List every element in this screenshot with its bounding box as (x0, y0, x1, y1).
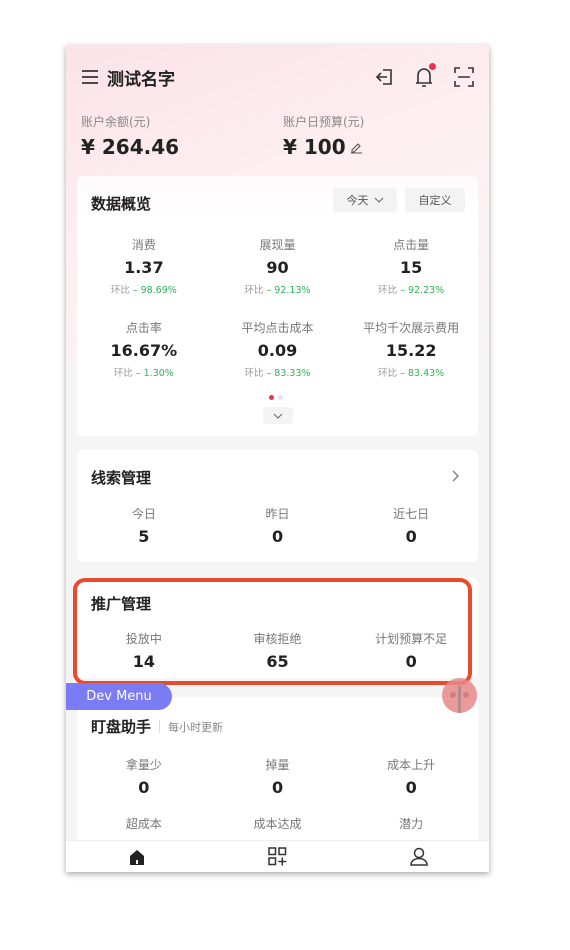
metrics-row-1: 消费 1.37 环比 – 98.69% 展现量 90 环比 – 92.13% 点击量 15 环比… (77, 236, 478, 296)
metric-label: 点击量 (393, 238, 430, 252)
card-subtitle: 每小时更新 (168, 720, 224, 734)
debug-ladybug-icon[interactable] (442, 678, 477, 713)
stat-value: 0 (271, 778, 284, 797)
page-indicator[interactable] (269, 395, 283, 400)
page-dot-active (269, 395, 274, 400)
stat-label: 成本上升 (387, 758, 436, 772)
date-range-dropdown[interactable]: 今天 (333, 188, 397, 212)
stat-label: 拿量少 (125, 758, 162, 772)
chevron-right-icon[interactable] (452, 470, 460, 482)
stat-label: 近七日 (393, 507, 430, 521)
card-title: 数据概览 (91, 195, 152, 213)
metric[interactable]: 点击率 16.67% 环比 – 1.30% (77, 319, 211, 379)
data-overview-card: 数据概览 今天 自定义 消费 1.37 环比 – 98.69% 展现量 90 环比 – 92… (77, 176, 478, 436)
stat-value: 5 (138, 527, 150, 546)
metric[interactable]: 消费 1.37 环比 – 98.69% (77, 236, 211, 296)
apps-add-icon (268, 847, 287, 866)
metric-label: 平均点击成本 (241, 321, 314, 335)
page-title: 测试名字 (107, 69, 175, 90)
balance-label: 账户余额(元) (81, 115, 151, 129)
edit-icon[interactable] (350, 141, 363, 154)
chevron-down-icon (374, 197, 383, 203)
stat[interactable]: 今日 5 (77, 505, 211, 546)
stat[interactable]: 超成本 (77, 815, 211, 832)
stat-label: 超成本 (125, 817, 162, 831)
stat-label: 昨日 (265, 507, 290, 521)
leads-card[interactable]: 线索管理 今日 5 昨日 0 近七日 0 (77, 450, 478, 562)
metric-value: 1.37 (124, 258, 164, 277)
metric-compare: 环比 – 83.33% (244, 368, 311, 379)
metric-label: 点击率 (125, 321, 162, 335)
menu-icon[interactable] (81, 70, 99, 84)
stat-value: 0 (271, 527, 284, 546)
highlight-box (73, 578, 472, 685)
monitor-card[interactable]: 盯盘助手 每小时更新 拿量少 0 掉量 0 成本上升 0 超成本 成本达成 潜力 (77, 697, 478, 847)
metric-compare: 环比 – 83.43% (378, 368, 445, 379)
stat[interactable]: 近七日 0 (344, 505, 478, 546)
metric[interactable]: 点击量 15 环比 – 92.23% (344, 236, 478, 296)
card-title: 盯盘助手 (91, 718, 152, 736)
stat-value: 0 (138, 778, 150, 797)
nav-profile[interactable] (348, 841, 489, 872)
metric-label: 平均千次展示费用 (363, 321, 460, 335)
custom-range-button[interactable]: 自定义 (405, 188, 465, 212)
card-title: 线索管理 (91, 469, 152, 487)
budget-label: 账户日预算(元) (283, 115, 365, 129)
metric[interactable]: 展现量 90 环比 – 92.13% (211, 236, 345, 296)
stat[interactable]: 成本达成 (211, 815, 345, 832)
metrics-row-2: 点击率 16.67% 环比 – 1.30% 平均点击成本 0.09 环比 – 83.33% … (77, 319, 478, 379)
balance-value: ¥ 264.46 (81, 135, 180, 159)
nav-apps[interactable] (207, 841, 348, 872)
metric-value: 15.22 (385, 341, 437, 360)
stat-label: 今日 (131, 507, 156, 521)
nav-home[interactable] (66, 841, 207, 872)
stat-label: 掉量 (265, 758, 290, 772)
home-icon (129, 849, 144, 865)
budget-value-row: ¥ 100 (283, 135, 363, 159)
user-icon (409, 847, 428, 866)
stat-value: 0 (405, 527, 417, 546)
stat[interactable]: 昨日 0 (211, 505, 345, 546)
metric-value: 15 (400, 258, 423, 277)
stat[interactable]: 潜力 (344, 815, 478, 832)
metric[interactable]: 平均千次展示费用 15.22 环比 – 83.43% (344, 319, 478, 379)
monitor-stats: 拿量少 0 掉量 0 成本上升 0 (77, 756, 478, 797)
notification-button[interactable] (414, 63, 436, 88)
expand-button[interactable] (263, 407, 293, 424)
budget-value: ¥ 100 (283, 135, 346, 159)
metric-compare: 环比 – 1.30% (113, 368, 174, 379)
page-dot (278, 395, 283, 400)
chevron-down-icon (273, 413, 283, 419)
stat-value: 0 (405, 778, 417, 797)
leads-stats: 今日 5 昨日 0 近七日 0 (77, 505, 478, 546)
date-range-value: 今天 (346, 194, 369, 207)
metric-compare: 环比 – 92.13% (244, 285, 311, 296)
top-bar: 测试名字 (81, 63, 474, 90)
metric-label: 展现量 (259, 238, 296, 252)
metric-compare: 环比 – 98.69% (110, 285, 177, 296)
monitor-stats-2: 超成本 成本达成 潜力 (77, 815, 478, 832)
metric-value: 16.67% (110, 341, 178, 360)
metric[interactable]: 平均点击成本 0.09 环比 – 83.33% (211, 319, 345, 379)
metric-compare: 环比 – 92.23% (378, 285, 445, 296)
phone-screen: 测试名字 账户余额(元) ¥ 264.46 账户日预算(元) ¥ 100 数据概… (66, 45, 489, 872)
dev-menu-button[interactable]: Dev Menu (66, 683, 172, 710)
stat[interactable]: 掉量 0 (211, 756, 345, 797)
stat[interactable]: 成本上升 0 (344, 756, 478, 797)
divider (159, 720, 161, 733)
monitor-header: 盯盘助手 每小时更新 (91, 716, 223, 737)
metric-value: 0.09 (257, 341, 298, 360)
bottom-nav (66, 840, 489, 872)
stat-label: 潜力 (399, 817, 424, 831)
metric-label: 消费 (131, 238, 156, 252)
logout-icon[interactable] (374, 67, 394, 87)
stat[interactable]: 拿量少 0 (77, 756, 211, 797)
notification-dot (429, 63, 436, 70)
scan-icon[interactable] (454, 67, 474, 87)
metric-value: 90 (266, 258, 289, 277)
stat-label: 成本达成 (253, 817, 302, 831)
